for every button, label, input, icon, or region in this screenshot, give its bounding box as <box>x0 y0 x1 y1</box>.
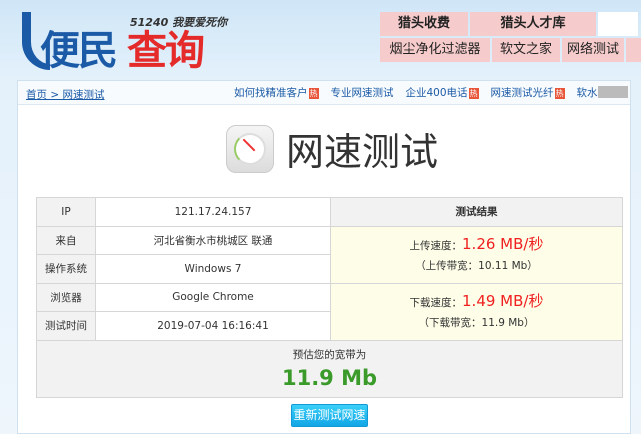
hot-badge: 热 <box>554 88 565 99</box>
row-value: Google Chrome <box>95 282 331 312</box>
table-row: IP 121.17.24.157 测试结果 <box>36 197 623 227</box>
main-panel: 首页 > 网速测试 如何找精准客户热 专业网速测试 企业400电话热 网速测试光… <box>17 80 631 434</box>
row-value: Windows 7 <box>95 254 331 284</box>
top-link[interactable]: 网速测试光纤热 <box>491 85 565 100</box>
summary-label: 预估您的宽带为 <box>292 349 367 361</box>
close-ad-icon[interactable] <box>598 86 628 98</box>
bandwidth-summary: 预估您的宽带为 11.9 Mb <box>36 339 623 398</box>
row-label: IP <box>36 197 96 227</box>
top-nav: 猎头收费 猎头人才库 烟尘净化过滤器 软文之家 网络测试 <box>380 12 641 64</box>
top-link[interactable]: 企业400电话热 <box>406 85 479 100</box>
page-title: 网速测试 <box>286 130 439 174</box>
top-link[interactable]: 如何找精准客户热 <box>234 85 319 100</box>
page-title-area: 网速测试 <box>226 121 438 176</box>
nav-link[interactable]: 烟尘净化过滤器 <box>380 38 490 62</box>
retest-button[interactable]: 重新测试网速 <box>291 404 368 427</box>
download-result: 下载速度：1.49 MB/秒 （下载带宽：11.9 Mb） <box>330 282 623 341</box>
speedometer-icon <box>226 124 274 173</box>
summary-row: 预估您的宽带为 11.9 Mb <box>36 339 623 398</box>
nav-link[interactable] <box>598 12 638 36</box>
row-label: 浏览器 <box>36 282 96 312</box>
link-label: 企业400电话 <box>405 87 468 99</box>
summary-value: 11.9 Mb <box>281 366 378 390</box>
row-value: 2019-07-04 16:16:41 <box>95 311 331 341</box>
row-value: 121.17.24.157 <box>95 197 331 227</box>
row-value: 河北省衡水市桃城区 联通 <box>95 225 331 255</box>
breadcrumb-home[interactable]: 首页 <box>26 89 47 101</box>
table-row: 浏览器 Google Chrome 下载速度：1.49 MB/秒 （下载带宽：1… <box>36 282 623 341</box>
nav-link[interactable]: 猎头人才库 <box>470 12 596 36</box>
nav-link[interactable]: 软文之家 <box>492 38 560 62</box>
top-link[interactable]: 专业网速测试 <box>331 85 394 100</box>
upload-label: 上传速度： <box>409 239 463 252</box>
breadcrumb-sep: > <box>47 89 63 101</box>
row-label: 来自 <box>36 225 96 255</box>
row-label: 操作系统 <box>36 254 96 284</box>
result-table: IP 121.17.24.157 测试结果 来自 河北省衡水市桃城区 联通 上传… <box>36 197 623 398</box>
download-speed: 1.49 MB/秒 <box>462 291 544 310</box>
download-bandwidth: （下载带宽：11.9 Mb） <box>418 316 535 329</box>
breadcrumb: 首页 > 网速测试 如何找精准客户热 专业网速测试 企业400电话热 网速测试光… <box>18 81 630 105</box>
download-label: 下载速度： <box>409 296 463 309</box>
row-label: 测试时间 <box>36 311 96 341</box>
link-label: 专业网速测试 <box>330 87 394 99</box>
nav-link[interactable]: 猎头收费 <box>380 12 468 36</box>
nav-link[interactable] <box>626 38 641 62</box>
table-row: 来自 河北省衡水市桃城区 联通 上传速度：1.26 MB/秒 （上传带宽：10.… <box>36 225 623 284</box>
site-logo[interactable]: 51240 我要爱死你 便民 查询网 <box>22 8 232 132</box>
nav-link[interactable]: 网络测试 <box>562 38 624 62</box>
hot-badge: 热 <box>308 88 319 99</box>
link-label: 如何找精准客户 <box>234 87 308 99</box>
result-header: 测试结果 <box>330 197 623 227</box>
logo-name-1: 便民 <box>40 28 118 74</box>
upload-speed: 1.26 MB/秒 <box>462 234 544 253</box>
breadcrumb-current[interactable]: 网速测试 <box>62 89 104 101</box>
upload-result: 上传速度：1.26 MB/秒 （上传带宽：10.11 Mb） <box>330 225 623 284</box>
upload-bandwidth: （上传带宽：10.11 Mb） <box>415 259 538 272</box>
link-label: 网速测试光纤 <box>490 87 554 99</box>
hot-badge: 热 <box>468 88 479 99</box>
